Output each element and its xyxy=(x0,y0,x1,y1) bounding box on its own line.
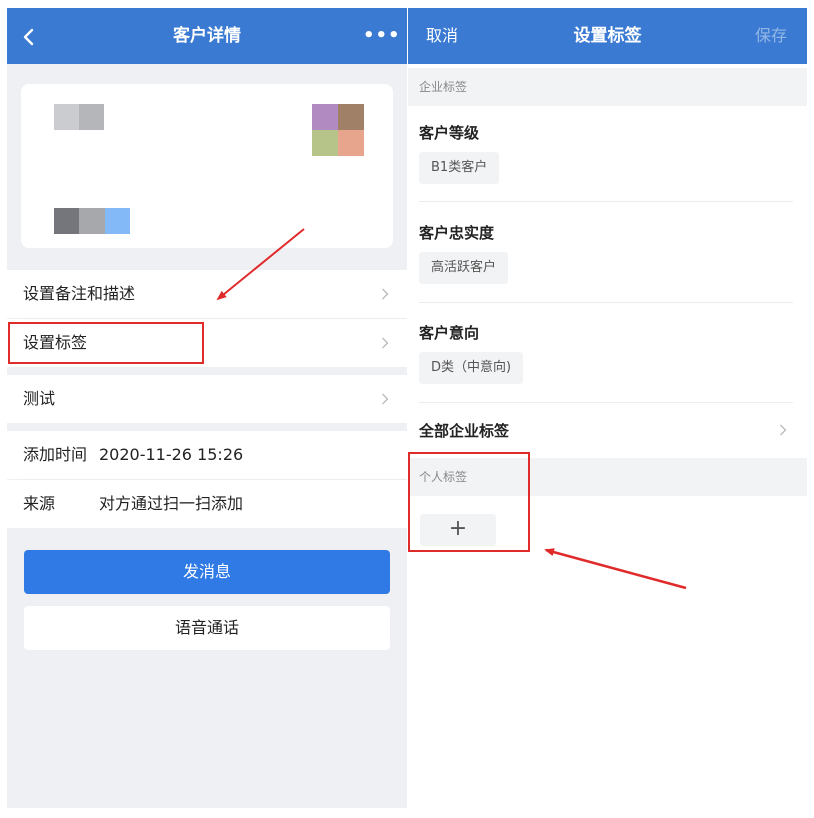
annotation-arrow xyxy=(544,548,687,590)
annotation-arrows xyxy=(216,228,687,590)
annotation-arrow xyxy=(216,228,305,301)
